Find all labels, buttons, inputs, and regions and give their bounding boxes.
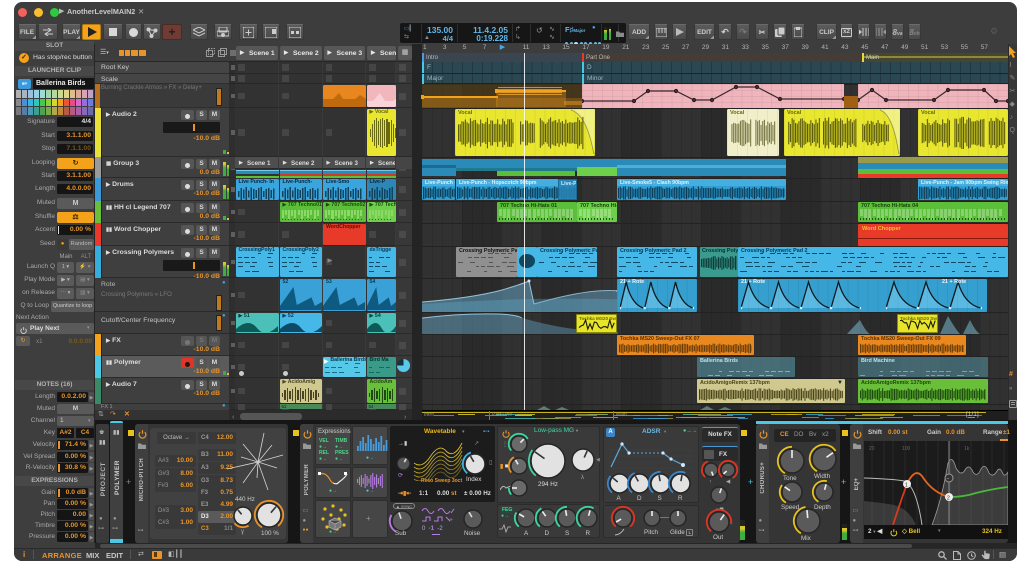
svg-text:2: 2	[947, 496, 950, 502]
svg-text:−: −	[947, 477, 950, 483]
svg-text:20: 20	[869, 446, 875, 452]
svg-text:1k: 1k	[964, 446, 970, 452]
svg-text:100: 100	[902, 446, 911, 452]
svg-text:1: 1	[905, 483, 908, 489]
